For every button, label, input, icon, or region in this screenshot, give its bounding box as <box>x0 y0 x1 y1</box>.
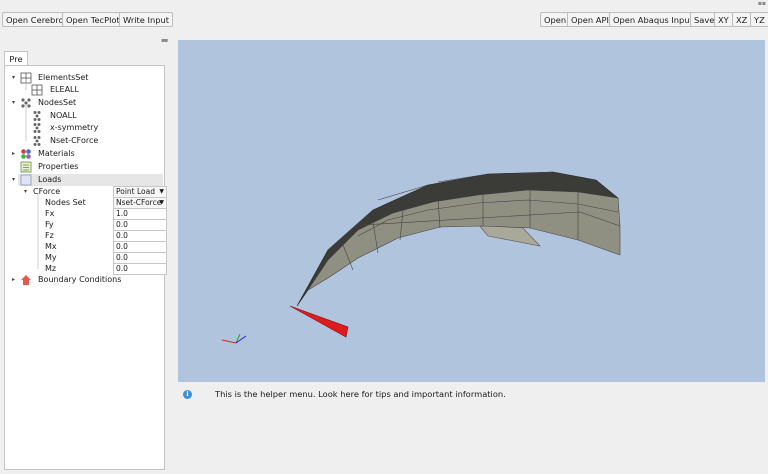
model-tree-panel: ▾ ElementsSet ELEALL ▾ NodesSet NOALL x-… <box>4 65 167 470</box>
axis-triad-icon <box>221 333 247 344</box>
collapse-arrow-icon[interactable]: ▸ <box>12 274 15 286</box>
fx-label: Fx <box>45 209 55 218</box>
chevron-down-icon: ▼ <box>159 199 164 206</box>
tree-item-noall[interactable]: NOALL <box>50 110 77 122</box>
write-input-button[interactable]: Write Input <box>119 12 174 27</box>
view-yz-button[interactable]: YZ <box>750 12 768 27</box>
tree-item-elementsset[interactable]: ElementsSet <box>38 72 88 84</box>
tree-item-boundary-conditions[interactable]: Boundary Conditions <box>38 274 121 286</box>
mx-label: Mx <box>45 242 57 251</box>
open-api-button[interactable]: Open API <box>567 12 613 27</box>
tree-item-nset-cforce[interactable]: Nset-CForce <box>50 135 98 147</box>
helper-message: This is the helper menu. Look here for t… <box>215 389 506 399</box>
fz-label: Fz <box>45 231 54 240</box>
view-xz-button[interactable]: XZ <box>732 12 752 27</box>
open-abaqus-input-button[interactable]: Open Abaqus Input <box>609 12 697 27</box>
tree-item-eleall[interactable]: ELEALL <box>50 84 79 96</box>
nodes-set-value: Nset-CForce <box>116 198 162 207</box>
chevron-down-icon: ▼ <box>159 188 164 195</box>
my-label: My <box>45 253 57 262</box>
kite-mesh-render <box>221 171 621 344</box>
info-icon: i <box>183 390 192 399</box>
nodes-set-label: Nodes Set <box>45 198 86 207</box>
open-button[interactable]: Open <box>540 12 571 27</box>
open-tecplot-button[interactable]: Open TecPlot <box>62 12 124 27</box>
dock-grip-icon[interactable]: ▪▪ <box>161 37 168 44</box>
window-grip-icon[interactable]: ▪▪ <box>758 0 766 7</box>
tab-pre[interactable]: Pre <box>4 51 28 66</box>
load-type-value: Point Load <box>116 187 155 196</box>
fy-label: Fy <box>45 220 54 229</box>
open-cerebro-button[interactable]: Open Cerebro <box>2 12 68 27</box>
tree-guide-lines <box>25 79 39 269</box>
tree-item-x-symmetry[interactable]: x-symmetry <box>50 122 98 134</box>
view-xy-button[interactable]: XY <box>714 12 733 27</box>
mz-label: Mz <box>45 264 57 273</box>
boundary-conditions-icon <box>21 275 31 285</box>
3d-viewport[interactable] <box>178 40 765 382</box>
